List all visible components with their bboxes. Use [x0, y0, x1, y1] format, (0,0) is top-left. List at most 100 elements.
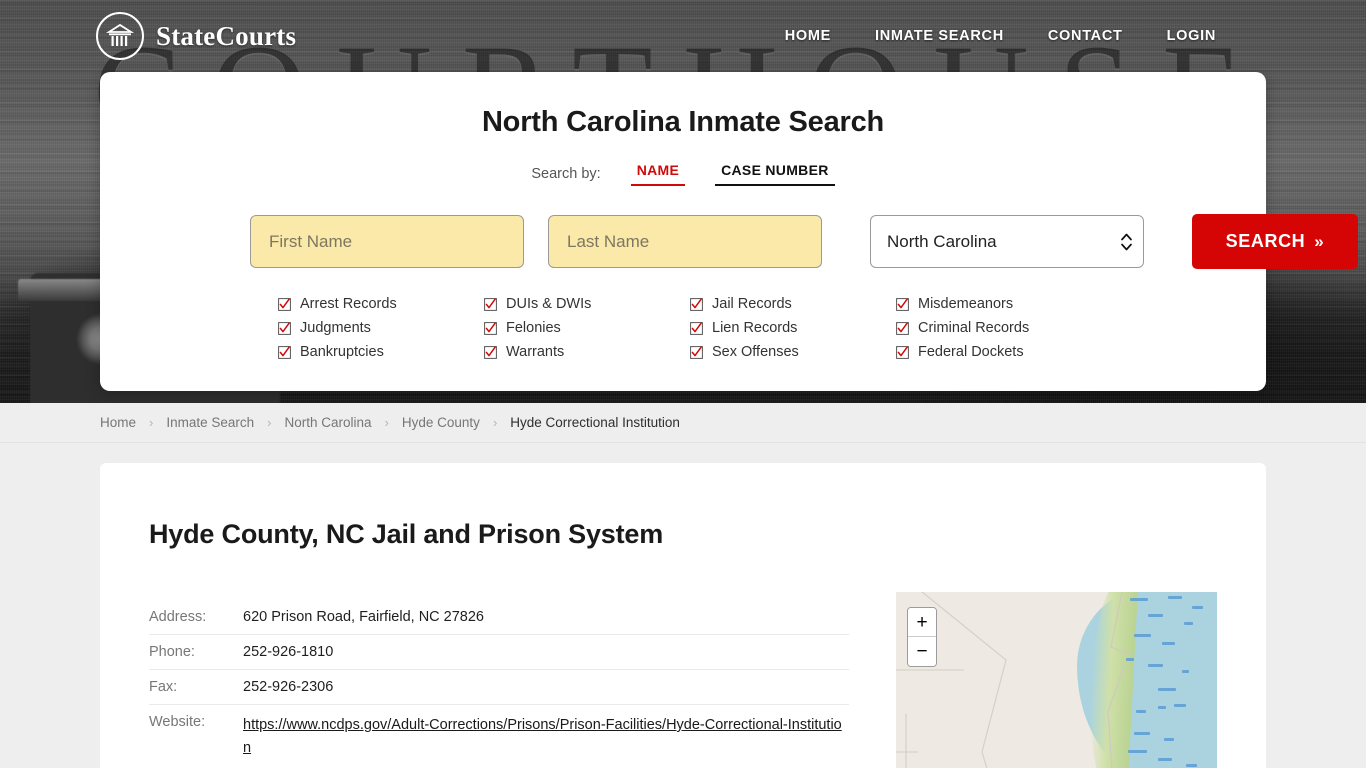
map-marker-dash	[1186, 764, 1197, 767]
search-form-row: North Carolina SEARCH »	[100, 214, 1358, 269]
nav-item-login[interactable]: LOGIN	[1167, 28, 1216, 44]
search-button[interactable]: SEARCH »	[1192, 214, 1358, 269]
record-type-label: Misdemeanors	[918, 296, 1014, 312]
map-marker-dash	[1134, 732, 1150, 735]
nav-item-contact[interactable]: CONTACT	[1048, 28, 1123, 44]
breadcrumb-separator-icon: ›	[267, 415, 272, 430]
breadcrumb-item-hyde-county[interactable]: Hyde County	[402, 415, 480, 430]
record-type-item[interactable]: Lien Records	[690, 319, 896, 338]
top-navigation-bar: StateCourts HOME INMATE SEARCH CONTACT L…	[0, 0, 1366, 72]
record-type-item[interactable]: Federal Dockets	[896, 343, 1102, 362]
map-marker-dash	[1168, 596, 1182, 599]
tab-name[interactable]: NAME	[630, 161, 686, 186]
record-type-label: DUIs & DWIs	[506, 296, 592, 312]
record-type-label: Federal Dockets	[918, 344, 1024, 360]
record-type-label: Warrants	[506, 344, 565, 360]
breadcrumb-item-inmate-search[interactable]: Inmate Search	[166, 415, 254, 430]
record-type-item[interactable]: Criminal Records	[896, 319, 1102, 338]
record-type-label: Jail Records	[712, 296, 792, 312]
map-marker-dash	[1162, 642, 1175, 645]
record-type-label: Judgments	[300, 320, 371, 336]
map-marker-dash	[1126, 658, 1134, 661]
breadcrumb-separator-icon: ›	[492, 415, 498, 430]
record-type-label: Criminal Records	[918, 320, 1030, 336]
first-name-input[interactable]	[250, 215, 524, 268]
facility-website-link[interactable]: https://www.ncdps.gov/Adult-Corrections/…	[243, 717, 842, 756]
map-marker-dash	[1164, 738, 1174, 741]
record-type-item[interactable]: Judgments	[278, 319, 484, 338]
record-type-label: Sex Offenses	[712, 344, 799, 360]
record-type-list: Arrest Records DUIs & DWIs Jail Records …	[100, 295, 1266, 362]
nav-item-home[interactable]: HOME	[785, 28, 831, 44]
map-marker-dash	[1130, 598, 1148, 601]
site-logo[interactable]: StateCourts	[96, 12, 296, 60]
checked-box-icon	[278, 298, 291, 311]
record-type-item[interactable]: Jail Records	[690, 295, 896, 314]
site-brand-name: StateCourts	[156, 20, 297, 51]
breadcrumb: Home › Inmate Search › North Carolina › …	[0, 403, 1366, 443]
map-marker-dash	[1158, 706, 1166, 709]
breadcrumb-separator-icon: ›	[149, 415, 154, 430]
map-marker-dash	[1192, 606, 1203, 609]
breadcrumb-item-current: Hyde Correctional Institution	[510, 415, 680, 430]
record-type-label: Arrest Records	[300, 296, 397, 312]
breadcrumb-item-home[interactable]: Home	[100, 415, 136, 430]
record-type-item[interactable]: Bankruptcies	[278, 343, 484, 362]
record-type-item[interactable]: Warrants	[484, 343, 690, 362]
search-by-row: Search by: NAME CASE NUMBER	[100, 161, 1266, 186]
table-row: Website: https://www.ncdps.gov/Adult-Cor…	[149, 705, 849, 768]
map-marker-dash	[1136, 710, 1146, 713]
breadcrumb-item-north-carolina[interactable]: North Carolina	[285, 415, 372, 430]
map-roads-layer	[896, 592, 1130, 768]
page-body: Hyde County, NC Jail and Prison System A…	[0, 443, 1366, 768]
map-marker-dash	[1174, 704, 1186, 707]
double-chevron-right-icon: »	[1314, 231, 1325, 251]
checked-box-icon	[690, 298, 703, 311]
tab-case-number[interactable]: CASE NUMBER	[715, 161, 835, 186]
record-type-item[interactable]: Misdemeanors	[896, 295, 1102, 314]
checked-box-icon	[484, 322, 497, 335]
record-type-label: Lien Records	[712, 320, 798, 336]
state-select[interactable]: North Carolina	[870, 215, 1144, 268]
courthouse-circle-icon	[96, 12, 144, 60]
map-zoom-in-button[interactable]: +	[908, 608, 936, 637]
map-zoom-out-button[interactable]: −	[908, 637, 936, 666]
map-marker-dash	[1128, 750, 1147, 753]
record-type-label: Bankruptcies	[300, 344, 384, 360]
table-row: Fax: 252-926-2306	[149, 670, 849, 705]
record-type-item[interactable]: Felonies	[484, 319, 690, 338]
table-row: Phone: 252-926-1810	[149, 635, 849, 670]
checked-box-icon	[484, 346, 497, 359]
facility-location-map[interactable]: + −	[896, 592, 1217, 768]
search-button-label: SEARCH	[1225, 231, 1306, 251]
facility-card: Hyde County, NC Jail and Prison System A…	[100, 463, 1266, 768]
row-label-address: Address:	[149, 609, 207, 625]
checked-box-icon	[484, 298, 497, 311]
map-marker-dash	[1134, 634, 1151, 637]
checked-box-icon	[896, 346, 909, 359]
nav-item-inmate-search[interactable]: INMATE SEARCH	[875, 28, 1004, 44]
main-nav: HOME INMATE SEARCH CONTACT LOGIN	[785, 28, 1216, 44]
checked-box-icon	[278, 346, 291, 359]
hero-banner: COURTHOUSE StateCourts HOME INMATE SEARC…	[0, 0, 1366, 403]
map-marker-dash	[1158, 688, 1176, 691]
last-name-input[interactable]	[548, 215, 822, 268]
map-marker-dash	[1148, 664, 1163, 667]
record-type-item[interactable]: Arrest Records	[278, 295, 484, 314]
checked-box-icon	[690, 346, 703, 359]
row-label-website: Website:	[149, 714, 206, 730]
state-select-value[interactable]: North Carolina	[870, 215, 1144, 268]
row-label-phone: Phone:	[149, 644, 195, 660]
row-value-address: 620 Prison Road, Fairfield, NC 27826	[243, 609, 484, 625]
checked-box-icon	[690, 322, 703, 335]
record-type-label: Felonies	[506, 320, 561, 336]
page-title: Hyde County, NC Jail and Prison System	[149, 519, 664, 549]
record-type-item[interactable]: DUIs & DWIs	[484, 295, 690, 314]
facility-info-table: Address: 620 Prison Road, Fairfield, NC …	[149, 600, 849, 768]
search-card-title: North Carolina Inmate Search	[481, 106, 885, 138]
map-marker-dash	[1158, 758, 1172, 761]
map-marker-dash	[1184, 622, 1193, 625]
record-type-item[interactable]: Sex Offenses	[690, 343, 896, 362]
inmate-search-card: North Carolina Inmate Search Search by: …	[100, 72, 1358, 391]
breadcrumb-separator-icon: ›	[384, 415, 389, 430]
